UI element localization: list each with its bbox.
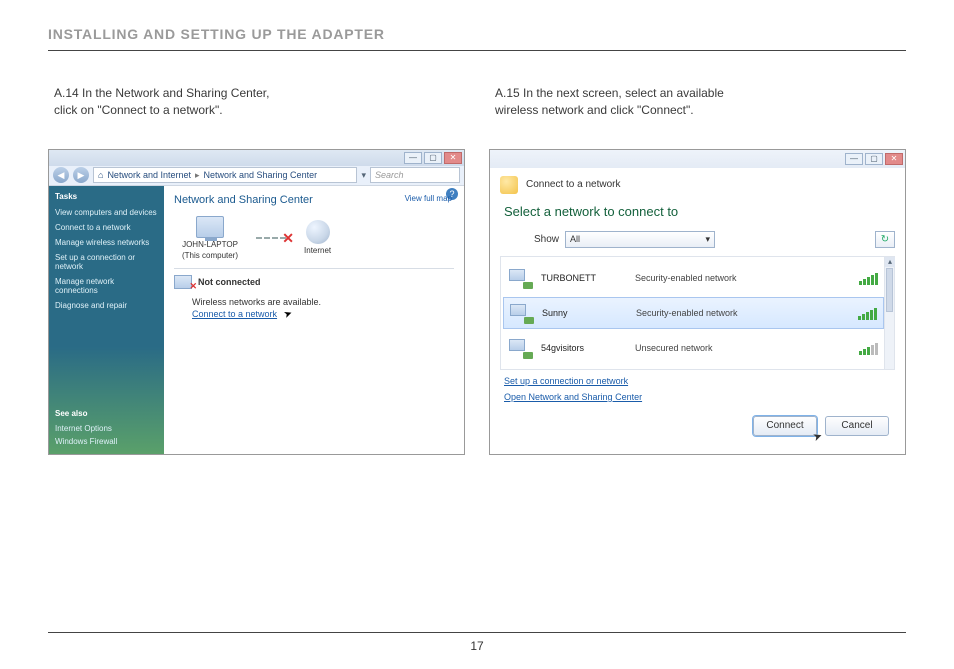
scrollbar[interactable]: ▴: [884, 257, 894, 369]
cancel-button-label: Cancel: [841, 420, 872, 431]
back-button[interactable]: ◀: [53, 167, 69, 183]
link-open-sharing-center[interactable]: Open Network and Sharing Center: [504, 392, 895, 402]
refresh-button[interactable]: ↻: [875, 231, 895, 248]
screenshot-network-sharing-center: — ▢ ✕ ◀ ▶ ⌂ Network and Internet ▸ Netwo…: [48, 149, 465, 455]
sidebar-item-manage-wireless[interactable]: Manage wireless networks: [55, 238, 158, 247]
sidebar-item-connect-network[interactable]: Connect to a network: [55, 223, 158, 232]
network-name: Sunny: [542, 308, 626, 318]
network-name: 54gvisitors: [541, 343, 625, 353]
tasks-header: Tasks: [55, 192, 158, 201]
page-number: 17: [48, 639, 906, 653]
close-button[interactable]: ✕: [444, 152, 462, 164]
minimize-button[interactable]: —: [404, 152, 422, 164]
explorer-nav-row: ◀ ▶ ⌂ Network and Internet ▸ Network and…: [49, 166, 464, 186]
link-setup-connection[interactable]: Set up a connection or network: [504, 376, 895, 386]
globe-icon: [306, 220, 330, 244]
show-select-value: All: [570, 234, 580, 244]
window-titlebar: — ▢ ✕: [490, 150, 905, 168]
network-type: Unsecured network: [635, 343, 713, 353]
network-list: ▴ TURBONETT Security-enabled network: [500, 256, 895, 370]
network-type: Security-enabled network: [636, 308, 738, 318]
screenshot-connect-to-network: — ▢ ✕ Connect to a network Select a netw…: [489, 149, 906, 455]
dialog-title: Connect to a network: [526, 179, 621, 190]
breadcrumb-seg-1[interactable]: Network and Internet: [107, 170, 191, 180]
content-pane: ? Network and Sharing Center View full m…: [164, 186, 464, 454]
breadcrumb-seg-2[interactable]: Network and Sharing Center: [204, 170, 318, 180]
breadcrumb-icon: ⌂: [98, 170, 103, 180]
not-connected-row: Not connected: [174, 275, 454, 289]
rule-bottom: [48, 632, 906, 633]
caption-a15: A.15 In the next screen, select an avail…: [489, 85, 906, 119]
chevron-right-icon: ▸: [195, 170, 200, 181]
network-name: TURBONETT: [541, 273, 625, 283]
see-also-windows-firewall[interactable]: Windows Firewall: [55, 437, 158, 446]
computer-icon: [196, 216, 224, 238]
page-title: INSTALLING AND SETTING UP THE ADAPTER: [48, 26, 906, 42]
search-input[interactable]: Search: [370, 167, 460, 183]
sidebar-item-manage-connections[interactable]: Manage network connections: [55, 277, 158, 295]
dialog-header: Connect to a network: [500, 176, 895, 194]
cursor-icon: ➤: [811, 428, 824, 443]
connection-line: ✕: [256, 237, 286, 239]
scroll-up-icon[interactable]: ▴: [885, 257, 895, 267]
divider: [174, 268, 454, 269]
rule-top: [48, 50, 906, 51]
network-type: Security-enabled network: [635, 273, 737, 283]
signal-bars-icon: [858, 306, 877, 320]
dialog-button-row: Connect ➤ Cancel: [500, 402, 895, 436]
network-row-54gvisitors[interactable]: 54gvisitors Unsecured network: [503, 332, 884, 364]
network-icon: [509, 339, 531, 357]
tasks-sidebar: Tasks View computers and devices Connect…: [49, 186, 164, 454]
internet-node: Internet: [304, 220, 331, 255]
network-map: JOHN-LAPTOP (This computer) ✕ Internet: [182, 216, 454, 260]
network-row-sunny[interactable]: Sunny Security-enabled network: [503, 297, 884, 329]
network-icon: [510, 304, 532, 322]
show-select[interactable]: All ▾: [565, 231, 715, 248]
this-computer-node: JOHN-LAPTOP (This computer): [182, 216, 238, 260]
sidebar-item-diagnose[interactable]: Diagnose and repair: [55, 301, 158, 310]
caption-a14: A.14 In the Network and Sharing Center, …: [48, 85, 465, 119]
breadcrumb[interactable]: ⌂ Network and Internet ▸ Network and Sha…: [93, 167, 357, 183]
dialog-icon: [500, 176, 518, 194]
cursor-icon: ➤: [282, 307, 294, 320]
signal-bars-icon: [859, 271, 878, 285]
sidebar-item-view-computers[interactable]: View computers and devices: [55, 208, 158, 217]
network-row-turbonett[interactable]: TURBONETT Security-enabled network: [503, 262, 884, 294]
not-connected-icon: [174, 275, 192, 289]
internet-label: Internet: [304, 246, 331, 255]
forward-button[interactable]: ▶: [73, 167, 89, 183]
this-computer-sub: (This computer): [182, 251, 238, 260]
scroll-thumb[interactable]: [886, 268, 893, 312]
maximize-button[interactable]: ▢: [865, 153, 883, 165]
this-computer-name: JOHN-LAPTOP: [182, 240, 238, 249]
disconnected-x-icon: ✕: [282, 230, 294, 247]
sidebar-item-setup-connection[interactable]: Set up a connection or network: [55, 253, 158, 271]
wireless-available-text: Wireless networks are available.: [192, 297, 454, 307]
minimize-button[interactable]: —: [845, 153, 863, 165]
chevron-down-icon: ▾: [705, 234, 710, 245]
connect-button[interactable]: Connect ➤: [753, 416, 817, 436]
connect-button-label: Connect: [766, 420, 803, 431]
see-also-header: See also: [55, 409, 158, 418]
view-full-map-link[interactable]: View full map: [405, 194, 452, 203]
maximize-button[interactable]: ▢: [424, 152, 442, 164]
not-connected-label: Not connected: [198, 277, 261, 287]
see-also-internet-options[interactable]: Internet Options: [55, 424, 158, 433]
show-label: Show: [534, 234, 559, 245]
close-button[interactable]: ✕: [885, 153, 903, 165]
chevron-down-icon[interactable]: ▾: [361, 170, 366, 181]
dialog-prompt: Select a network to connect to: [504, 204, 895, 219]
network-icon: [509, 269, 531, 287]
cancel-button[interactable]: Cancel: [825, 416, 889, 436]
window-titlebar: — ▢ ✕: [49, 150, 464, 166]
signal-bars-icon: [859, 341, 878, 355]
connect-to-network-link[interactable]: Connect to a network: [192, 309, 277, 319]
